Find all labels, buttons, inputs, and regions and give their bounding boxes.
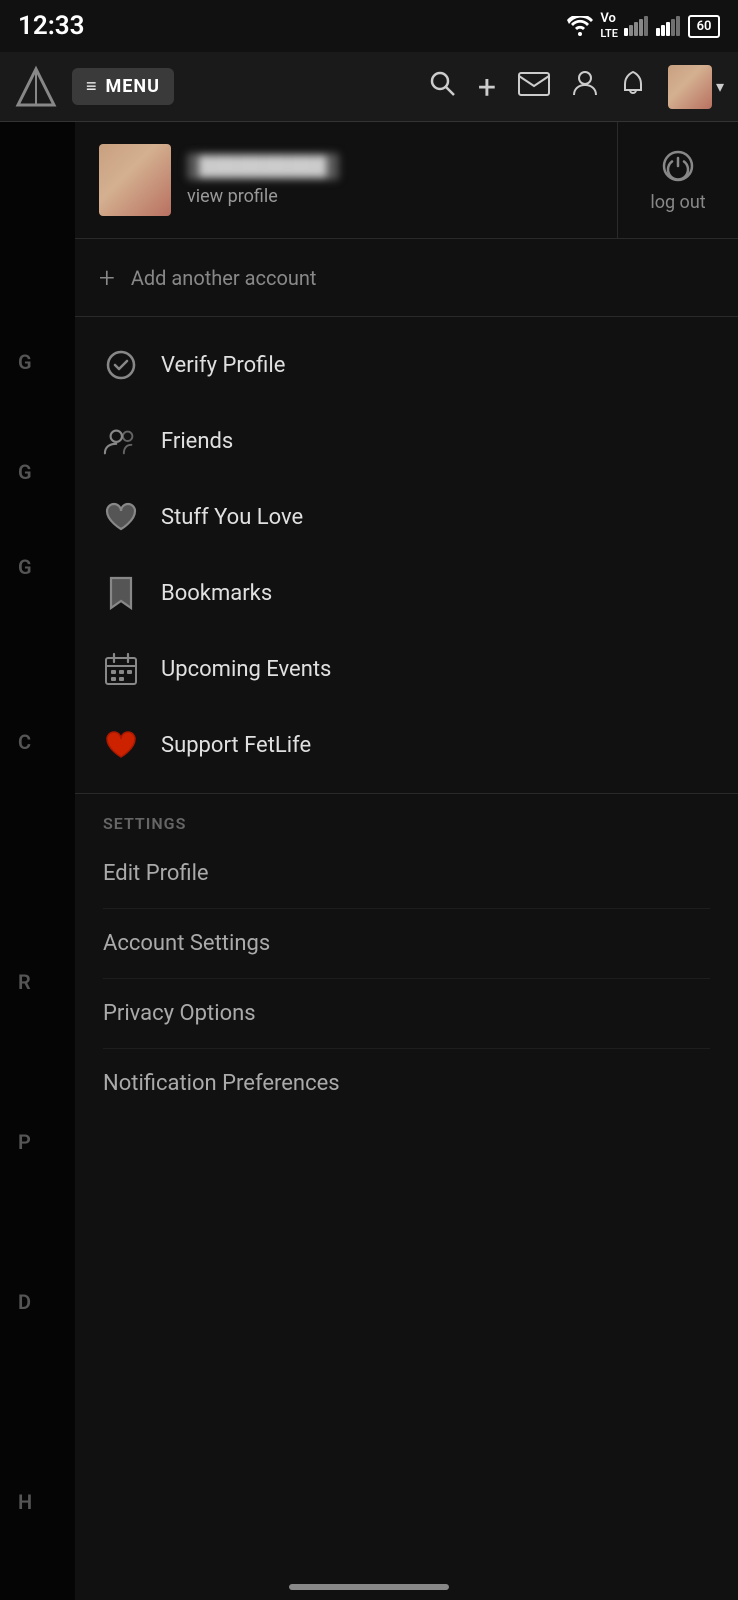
sidebar-letter-d: D [0, 1280, 75, 1324]
menu-button[interactable]: ≡ MENU [72, 68, 174, 105]
sidebar-letter-g3: G [0, 545, 75, 589]
view-profile-label: view profile [187, 186, 339, 207]
account-settings-label: Account Settings [103, 931, 270, 956]
menu-item-verify-profile[interactable]: Verify Profile [75, 327, 738, 403]
verify-profile-label: Verify Profile [161, 353, 285, 378]
add-icon[interactable]: + [478, 71, 496, 103]
battery-icon: 60 [688, 15, 720, 38]
search-icon[interactable] [428, 69, 456, 104]
status-bar: 12:33 VoLTE 60 [0, 0, 738, 52]
app-logo[interactable] [14, 65, 58, 109]
menu-item-friends[interactable]: Friends [75, 403, 738, 479]
heart-icon [103, 499, 139, 535]
support-icon [103, 727, 139, 763]
profile-icon[interactable] [572, 69, 598, 104]
hamburger-icon: ≡ [86, 76, 98, 97]
upcoming-events-label: Upcoming Events [161, 657, 331, 682]
profile-username: ██████████ [187, 153, 339, 180]
add-account-icon: + [99, 261, 115, 294]
menu-item-upcoming-events[interactable]: Upcoming Events [75, 631, 738, 707]
profile-avatar [99, 144, 171, 216]
stuff-you-love-label: Stuff You Love [161, 505, 303, 530]
friends-label: Friends [161, 429, 233, 454]
dropdown-panel: ██████████ view profile log out + Add an… [75, 122, 738, 1600]
friends-icon [103, 423, 139, 459]
wifi-icon [566, 16, 594, 36]
sidebar-letter-g2: G [0, 450, 75, 494]
bookmark-icon [103, 575, 139, 611]
dropdown-arrow-icon: ▾ [716, 77, 724, 96]
signal-text: VoLTE [600, 11, 618, 41]
logout-button[interactable]: log out [618, 122, 738, 238]
sidebar-letter-r: R [0, 960, 75, 1004]
nav-bar: ≡ MENU + [0, 52, 738, 122]
mail-icon[interactable] [518, 70, 550, 103]
privacy-options-label: Privacy Options [103, 1001, 256, 1026]
menu-item-support-fetlife[interactable]: Support FetLife [75, 707, 738, 783]
status-icons: VoLTE 60 [566, 11, 720, 41]
sidebar-letter-g1: G [0, 340, 75, 384]
menu-label: MENU [106, 76, 160, 97]
notification-preferences-label: Notification Preferences [103, 1071, 340, 1096]
sidebar-letter-c: C [0, 720, 75, 764]
home-indicator [289, 1584, 449, 1590]
bookmarks-label: Bookmarks [161, 581, 272, 606]
settings-section: SETTINGS Edit Profile Account Settings P… [75, 794, 738, 1118]
menu-item-bookmarks[interactable]: Bookmarks [75, 555, 738, 631]
verify-icon [103, 347, 139, 383]
signal-bars-2-icon [656, 16, 682, 36]
support-fetlife-label: Support FetLife [161, 733, 311, 758]
profile-info: ██████████ view profile [187, 153, 339, 207]
nav-icons: + ▾ [428, 65, 724, 109]
logout-icon [660, 148, 696, 184]
add-account-label: Add another account [131, 266, 317, 290]
bell-icon[interactable] [620, 69, 646, 104]
calendar-icon [103, 651, 139, 687]
view-profile-button[interactable]: ██████████ view profile [75, 122, 618, 238]
add-account-button[interactable]: + Add another account [75, 239, 738, 317]
signal-bars-icon [624, 16, 650, 36]
menu-item-stuff-you-love[interactable]: Stuff You Love [75, 479, 738, 555]
logout-label: log out [650, 192, 705, 213]
settings-item-account-settings[interactable]: Account Settings [103, 909, 710, 979]
menu-items-section: Verify Profile Friends Stuff You Love [75, 317, 738, 794]
profile-section: ██████████ view profile log out [75, 122, 738, 239]
settings-section-label: SETTINGS [103, 814, 710, 833]
edit-profile-label: Edit Profile [103, 861, 209, 886]
sidebar-letter-h: H [0, 1480, 75, 1524]
settings-item-edit-profile[interactable]: Edit Profile [103, 839, 710, 909]
sidebar-letter-p: P [0, 1120, 75, 1164]
settings-item-privacy-options[interactable]: Privacy Options [103, 979, 710, 1049]
settings-item-notification-preferences[interactable]: Notification Preferences [103, 1049, 710, 1118]
user-avatar-nav[interactable]: ▾ [668, 65, 724, 109]
status-time: 12:33 [18, 11, 85, 41]
